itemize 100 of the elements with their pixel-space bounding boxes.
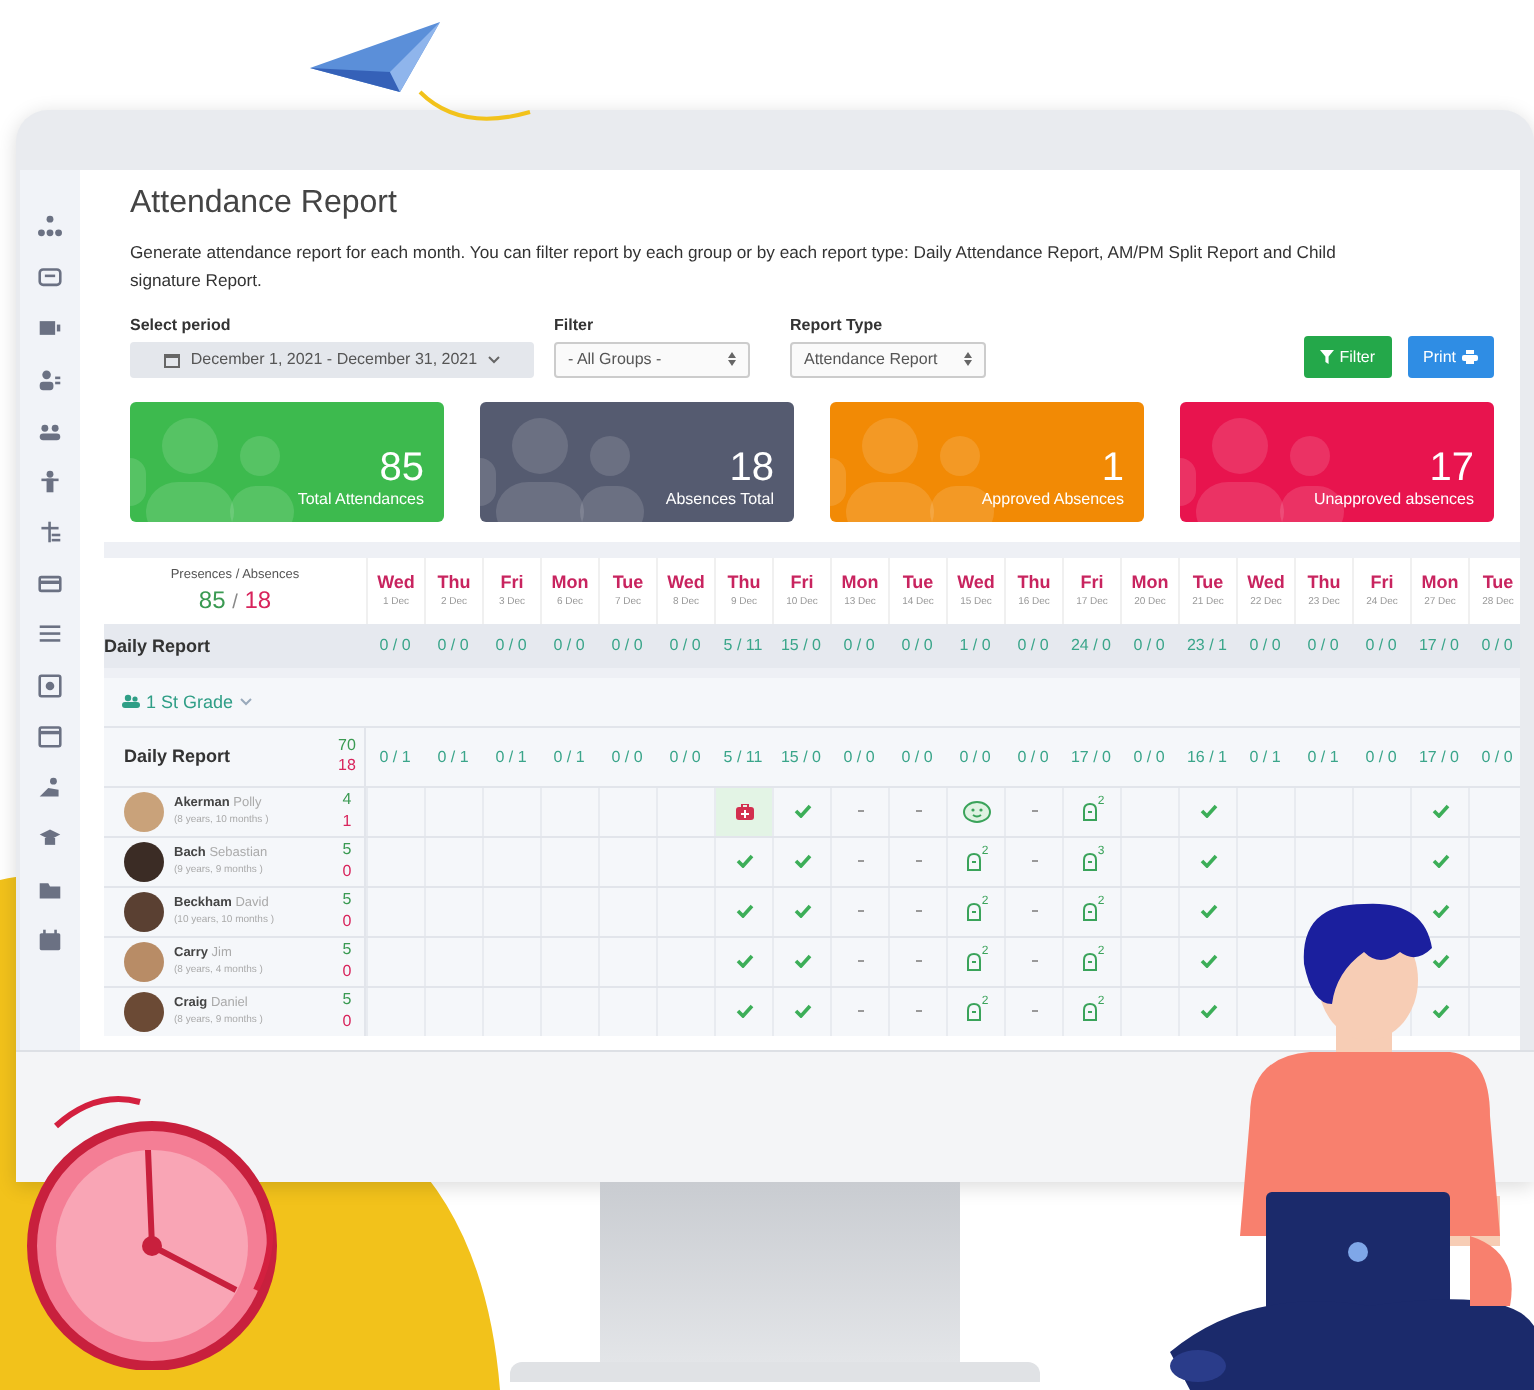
printer-icon [1462,349,1478,363]
dash-icon [1031,809,1037,813]
daily-total: 0 / 0 [609,747,645,765]
tree-icon[interactable] [38,520,62,544]
calendar-icon[interactable] [38,928,62,952]
day-name: Wed [377,572,415,592]
absences-count: 18 [338,756,356,777]
daily-total: 0 / 0 [1131,747,1167,765]
daily-total: 0 / 0 [435,636,471,654]
check-icon [1431,904,1449,918]
check-icon [735,904,753,918]
first-aid-icon [735,803,753,819]
sleep-icon [1079,901,1098,921]
calendar-icon[interactable] [38,724,62,748]
photo-icon[interactable] [38,673,62,697]
stat-label: Absences Total [665,489,774,507]
stat-value: 17 [1429,445,1474,489]
daily-total: 17 / 0 [1416,636,1461,654]
list-icon[interactable] [38,622,62,646]
daily-total: 0 / 0 [841,747,877,765]
dash-icon [857,909,863,913]
dash-icon [857,959,863,963]
chevron-icon [239,697,252,705]
day-name: Wed [957,572,995,592]
page-title: Attendance Report [130,186,399,222]
funnel-icon [1319,349,1334,363]
daily-total: 0 / 0 [1479,636,1515,654]
presences-count: 4 [342,790,352,811]
day-name: Tue [612,572,644,592]
card-icon[interactable] [38,571,62,595]
check-icon [735,954,753,968]
graduation-cap-icon[interactable] [38,826,62,850]
daily-total: 0 / 0 [667,747,703,765]
check-icon [793,954,811,968]
absences-count: 0 [342,961,352,982]
presences-count: 5 [342,990,352,1011]
stat-value: 1 [1101,445,1124,489]
daily-total: 0 / 0 [1015,636,1051,654]
chat-icon[interactable] [38,265,62,289]
day-name: Wed [667,572,705,592]
day-name: Tue [1482,572,1514,592]
check-icon [1431,854,1449,868]
daily-total: 17 / 0 [1068,747,1113,765]
org-chart-icon[interactable] [38,214,62,238]
row-label: Daily Report [122,746,233,766]
check-icon [1199,804,1217,818]
daily-total: 1 / 0 [957,636,993,654]
sleep-icon [963,851,982,871]
sleep-icon [1079,951,1098,971]
check-icon [1199,1004,1217,1018]
day-name: Tue [902,572,934,592]
daily-total: 17 / 0 [1416,747,1461,765]
sleep-icon [963,901,982,921]
sleep-icon [1079,1001,1098,1021]
daily-total: 0 / 1 [1305,747,1341,765]
day-name: Fri [790,572,814,592]
group-select[interactable]: - All Groups - [554,341,750,377]
check-icon [793,904,811,918]
day-name: Thu [437,572,471,592]
video-icon[interactable] [38,316,62,340]
report-type-select[interactable]: Attendance Report [790,341,986,377]
daily-total: 0 / 0 [1363,747,1399,765]
day-name: Mon [551,572,589,592]
daily-total: 0 / 0 [551,636,587,654]
day-name: Fri [500,572,524,592]
stat-value: 18 [729,445,774,489]
daily-total: 0 / 0 [899,747,935,765]
dash-icon [915,1009,921,1013]
presences-count: 5 [342,840,352,861]
sleep-icon [1079,801,1098,821]
stat-value: 85 [379,445,424,489]
daily-total: 15 / 0 [778,747,823,765]
daily-total: 0 / 1 [435,747,471,765]
daily-total: 23 / 1 [1184,636,1229,654]
folder-icon[interactable] [38,877,62,901]
dash-icon [1031,909,1037,913]
users-icon[interactable] [38,367,62,391]
field-label: Select period [130,315,233,333]
check-icon [735,1004,753,1018]
daily-total: 0 / 0 [1015,747,1051,765]
dash-icon [1031,859,1037,863]
daily-total: 0 / 0 [1479,747,1515,765]
check-icon [1199,904,1217,918]
dash-icon [915,859,921,863]
daily-total: 5 / 11 [721,747,765,765]
day-name: Fri [1370,572,1394,592]
absences-count: 0 [342,1011,352,1032]
check-icon [1431,804,1449,818]
person-icon[interactable] [38,469,62,493]
day-name: Fri [1080,572,1104,592]
check-icon [793,804,811,818]
check-icon [1431,1004,1449,1018]
period-picker[interactable]: December 1, 2021 - December 31, 2021 [130,341,534,377]
avatar [124,791,164,831]
users-icon [122,694,140,708]
dash-icon [857,1009,863,1013]
day-name: Mon [1421,572,1459,592]
day-name: Mon [1131,572,1169,592]
avatar [124,991,164,1031]
daily-total: 0 / 1 [1247,747,1283,765]
